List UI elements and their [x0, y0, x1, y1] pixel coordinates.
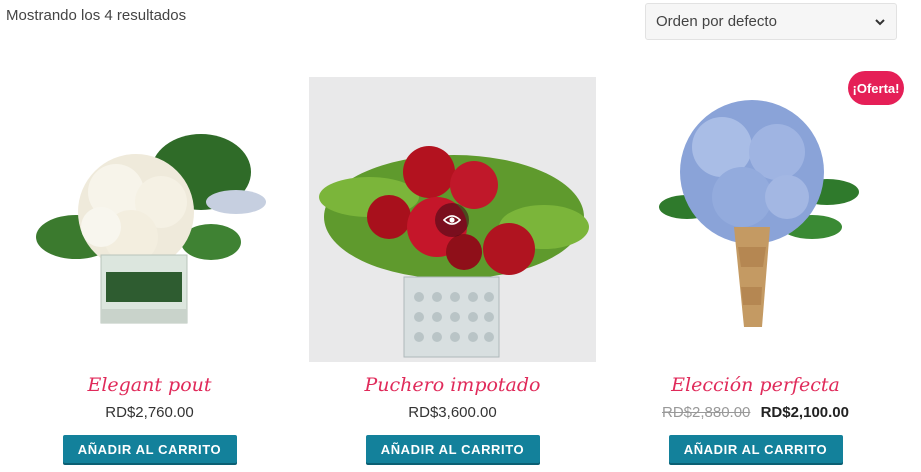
product-card: Puchero impotado RD$3,600.00 Añadir al c… [309, 77, 596, 463]
sort-order-value: Orden por defecto [656, 13, 777, 30]
product-price: RD$2,760.00 [6, 404, 293, 421]
product-card: Elección perfecta RD$2,880.00 RD$2,100.0… [612, 77, 899, 463]
price-sale: RD$2,100.00 [760, 404, 849, 421]
bouquet-image [612, 77, 899, 362]
product-price: RD$2,880.00 RD$2,100.00 [612, 404, 899, 421]
add-to-cart-button[interactable]: Añadir al carrito [668, 435, 843, 463]
product-image[interactable] [6, 77, 293, 362]
result-count: Mostrando los 4 resultados [6, 7, 187, 24]
price-original: RD$2,880.00 [662, 404, 751, 421]
eye-icon [443, 215, 461, 225]
flower-arrangement-image [6, 77, 293, 362]
product-title[interactable]: Elección perfecta [612, 374, 899, 396]
sort-order-select[interactable]: Orden por defecto [645, 3, 897, 40]
sale-badge: ¡Oferta! [848, 71, 904, 105]
product-image[interactable] [612, 77, 899, 362]
price-current: RD$3,600.00 [408, 404, 497, 421]
chevron-down-icon [875, 18, 885, 25]
product-image[interactable] [309, 77, 596, 362]
price-current: RD$2,760.00 [105, 404, 194, 421]
product-price: RD$3,600.00 [309, 404, 596, 421]
product-card: Elegant pout RD$2,760.00 Añadir al carri… [6, 77, 293, 463]
add-to-cart-button[interactable]: Añadir al carrito [365, 435, 540, 463]
product-title[interactable]: Puchero impotado [309, 374, 596, 396]
product-title[interactable]: Elegant pout [6, 374, 293, 396]
quick-view-button[interactable] [435, 203, 469, 237]
add-to-cart-button[interactable]: Añadir al carrito [62, 435, 237, 463]
